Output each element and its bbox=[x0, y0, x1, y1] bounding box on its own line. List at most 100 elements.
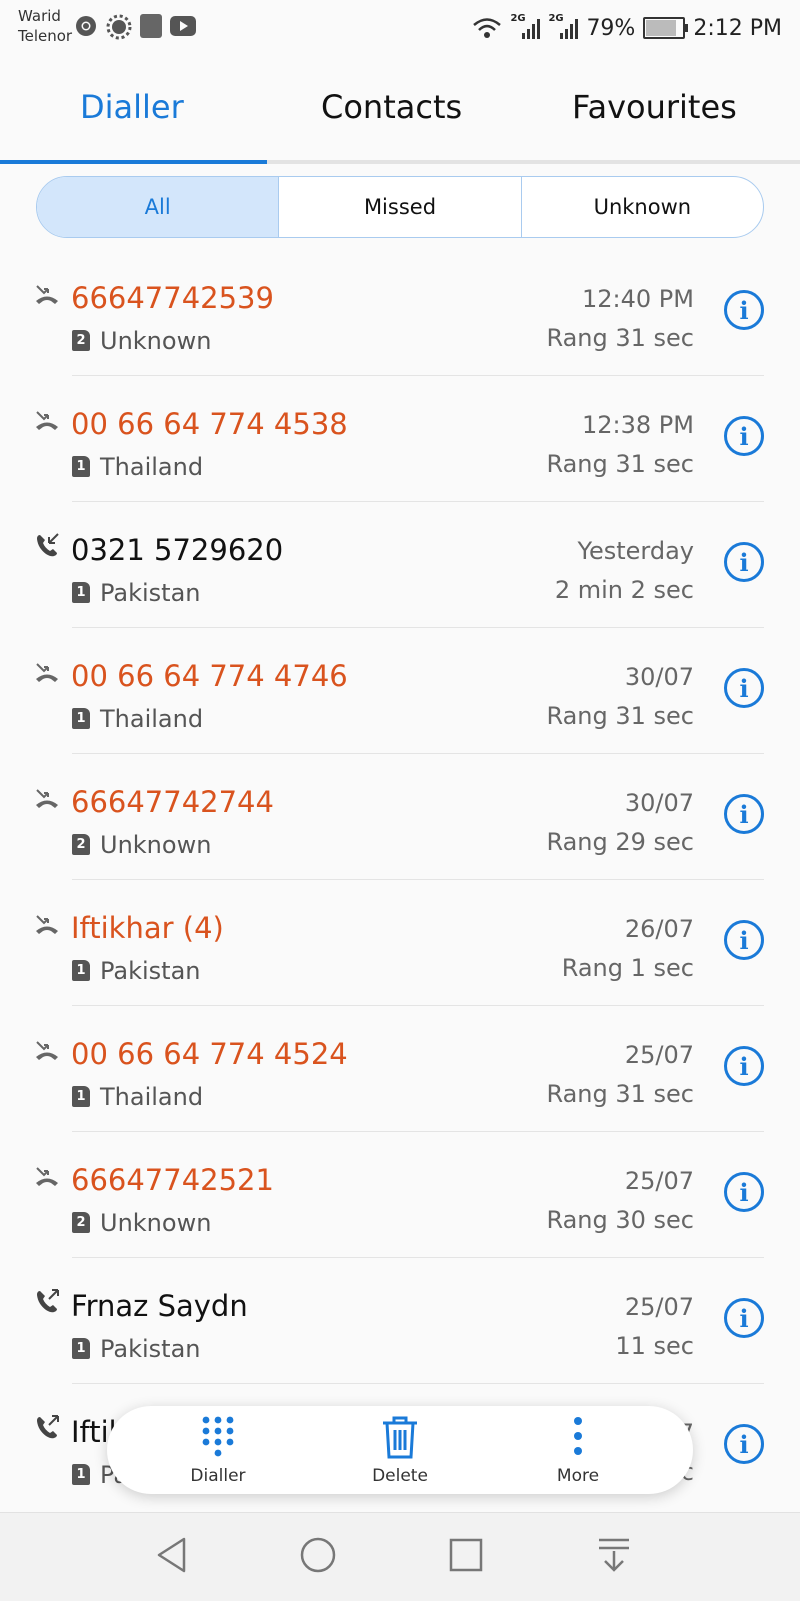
youtube-icon bbox=[170, 16, 196, 36]
call-time: 12:40 PM bbox=[582, 285, 694, 313]
battery-icon bbox=[643, 17, 689, 39]
chrome-icon bbox=[76, 16, 96, 36]
call-time: 25/07 bbox=[624, 1167, 694, 1195]
info-icon[interactable]: i bbox=[724, 542, 764, 582]
call-duration: Rang 29 sec bbox=[546, 828, 694, 856]
call-duration: Rang 31 sec bbox=[546, 702, 694, 730]
call-duration: Rang 31 sec bbox=[546, 1080, 694, 1108]
call-log-row[interactable]: 66647742744 2 Unknown 30/07 Rang 29 sec i bbox=[0, 754, 800, 880]
missed-call-icon bbox=[36, 285, 58, 304]
filter-unknown[interactable]: Unknown bbox=[520, 177, 763, 237]
filter-missed[interactable]: Missed bbox=[278, 177, 520, 237]
caller-location: Unknown bbox=[100, 1209, 212, 1237]
call-time: 12:38 PM bbox=[582, 411, 694, 439]
status-right: 2G 2G 79% 2:12 PM bbox=[472, 13, 782, 42]
call-log-row[interactable]: 00 66 64 774 4746 1 Thailand 30/07 Rang 31 s… bbox=[0, 628, 800, 754]
missed-call-icon bbox=[36, 915, 58, 934]
action-bar: Dialler Delete More bbox=[107, 1406, 693, 1494]
call-duration: 2 min 2 sec bbox=[554, 576, 694, 604]
caller-location: Unknown bbox=[100, 831, 212, 859]
call-log-row[interactable]: 00 66 64 774 4538 1 Thailand 12:38 PM Rang 3… bbox=[0, 376, 800, 502]
call-duration: Rang 30 sec bbox=[546, 1206, 694, 1234]
call-time: 30/07 bbox=[624, 663, 694, 691]
sim-card-icon: 1 bbox=[72, 456, 90, 477]
tab-favourites[interactable]: Favourites bbox=[572, 88, 737, 126]
sim-card-icon: 2 bbox=[72, 330, 90, 351]
caller-name: 00 66 64 774 4524 bbox=[71, 1037, 348, 1071]
info-icon[interactable]: i bbox=[724, 1298, 764, 1338]
sim-card-icon: 2 bbox=[72, 834, 90, 855]
clock: 2:12 PM bbox=[693, 15, 782, 41]
missed-call-icon bbox=[36, 1167, 58, 1186]
call-duration: 11 sec bbox=[615, 1332, 694, 1360]
carrier-1: Warid bbox=[18, 7, 61, 25]
wifi-icon bbox=[473, 18, 502, 38]
more-label: More bbox=[556, 1466, 600, 1486]
info-icon[interactable]: i bbox=[724, 290, 764, 330]
caller-name: Frnaz Saydn bbox=[71, 1289, 248, 1323]
caller-location: Thailand bbox=[100, 453, 204, 481]
call-log-row[interactable]: 0321 5729620 1 Pakistan Yesterday 2 min 2 se… bbox=[0, 502, 800, 628]
call-log-row[interactable]: 00 66 64 774 4524 1 Thailand 25/07 Rang 31 s… bbox=[0, 1006, 800, 1132]
sim-card-icon: 2 bbox=[72, 1212, 90, 1233]
info-icon[interactable]: i bbox=[724, 668, 764, 708]
call-log-row[interactable]: 66647742521 2 Unknown 25/07 Rang 30 sec i bbox=[0, 1132, 800, 1258]
outgoing-call-icon bbox=[37, 1289, 59, 1313]
call-duration: Rang 1 sec bbox=[561, 954, 694, 982]
home-icon[interactable] bbox=[298, 1535, 338, 1575]
app-icon bbox=[140, 14, 162, 38]
sim-card-icon: 1 bbox=[72, 708, 90, 729]
filter-all[interactable]: All bbox=[37, 177, 279, 237]
settings-icon bbox=[106, 14, 132, 40]
caller-location: Pakistan bbox=[100, 957, 201, 985]
tab-dialler[interactable]: Dialler bbox=[80, 88, 184, 126]
tab-contacts[interactable]: Contacts bbox=[321, 88, 462, 126]
caller-name: 0321 5729620 bbox=[71, 533, 284, 567]
incoming-call-icon bbox=[37, 533, 59, 557]
sim-card-icon: 1 bbox=[72, 582, 90, 603]
network-type-2: 2G bbox=[548, 13, 564, 24]
caller-location: Unknown bbox=[100, 327, 212, 355]
call-filter: All Missed Unknown bbox=[36, 176, 764, 238]
status-bar: Warid Telenor 2G 2G 79% 2:12 PM bbox=[0, 0, 800, 58]
back-icon[interactable] bbox=[154, 1535, 190, 1575]
recents-icon[interactable] bbox=[448, 1535, 484, 1575]
call-log-row[interactable]: Iftikhar (4) 1 Pakistan 26/07 Rang 1 sec i bbox=[0, 880, 800, 1006]
info-icon[interactable]: i bbox=[724, 794, 764, 834]
sim-card-icon: 1 bbox=[72, 1338, 90, 1359]
call-duration: Rang 31 sec bbox=[546, 450, 694, 478]
more-button[interactable]: More bbox=[518, 1406, 638, 1494]
caller-name: 00 66 64 774 4746 bbox=[71, 659, 348, 693]
dialpad-button[interactable]: Dialler bbox=[158, 1406, 278, 1494]
signal-sim2-icon: 2G bbox=[548, 13, 579, 39]
info-icon[interactable]: i bbox=[724, 1046, 764, 1086]
caller-location: Thailand bbox=[100, 705, 204, 733]
info-icon[interactable]: i bbox=[724, 920, 764, 960]
main-tabs: Dialler Contacts Favourites bbox=[0, 58, 800, 164]
info-icon[interactable]: i bbox=[724, 1172, 764, 1212]
call-log-list: 66647742539 2 Unknown 12:40 PM Rang 31 sec i 0… bbox=[0, 250, 800, 1510]
carrier-labels: Warid Telenor bbox=[18, 6, 72, 46]
missed-call-icon bbox=[36, 663, 58, 682]
call-time: 25/07 bbox=[624, 1041, 694, 1069]
caller-name: Iftikhar (4) bbox=[71, 911, 224, 945]
caller-name: 66647742744 bbox=[71, 785, 274, 819]
delete-button[interactable]: Delete bbox=[340, 1406, 460, 1494]
call-log-row[interactable]: Frnaz Saydn 1 Pakistan 25/07 11 sec i bbox=[0, 1258, 800, 1384]
sim-card-icon: 1 bbox=[72, 1464, 90, 1485]
outgoing-call-icon bbox=[37, 1415, 59, 1439]
call-log-row[interactable]: 66647742539 2 Unknown 12:40 PM Rang 31 sec i bbox=[0, 250, 800, 376]
active-tab-indicator bbox=[0, 160, 267, 164]
delete-label: Delete bbox=[372, 1466, 428, 1486]
caller-location: Pakistan bbox=[100, 579, 201, 607]
dialpad-label: Dialler bbox=[190, 1466, 246, 1486]
sim-card-icon: 1 bbox=[72, 960, 90, 981]
notification-pull-icon[interactable] bbox=[596, 1535, 632, 1575]
info-icon[interactable]: i bbox=[724, 1424, 764, 1464]
info-icon[interactable]: i bbox=[724, 416, 764, 456]
carrier-2: Telenor bbox=[18, 27, 73, 45]
caller-name: 66647742539 bbox=[71, 281, 274, 315]
signal-sim1-icon: 2G bbox=[510, 13, 541, 39]
call-duration: Rang 31 sec bbox=[546, 324, 694, 352]
more-vertical-icon bbox=[574, 1417, 582, 1455]
